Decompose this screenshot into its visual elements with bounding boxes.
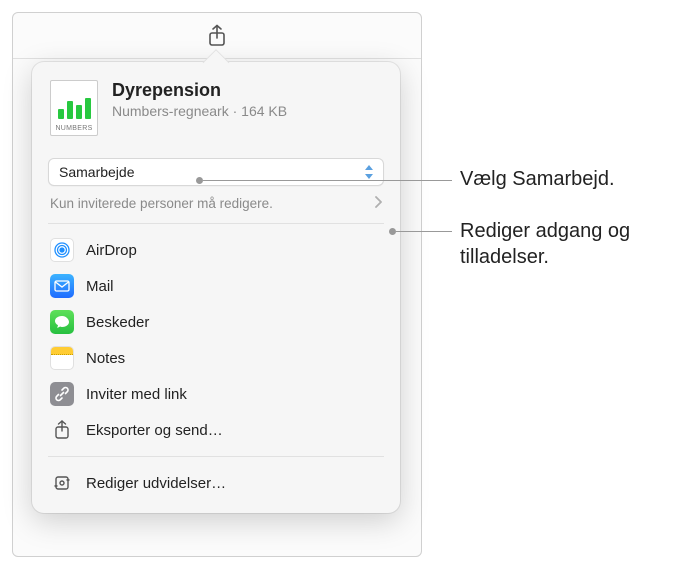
file-icon: NUMBERS [50, 80, 98, 144]
share-icon [207, 24, 227, 48]
share-target-messages[interactable]: Beskeder [32, 304, 400, 340]
extensions-icon [50, 471, 74, 495]
edit-extensions-label: Rediger udvidelser… [86, 475, 226, 492]
share-target-label: Eksporter og send… [86, 422, 223, 439]
file-icon-label: NUMBERS [55, 125, 92, 132]
file-meta: Numbers-regneark · 164 KB [112, 103, 382, 119]
share-target-airdrop[interactable]: AirDrop [32, 232, 400, 268]
share-button[interactable] [197, 20, 237, 52]
file-header: NUMBERS Dyrepension Numbers-regneark · 1… [32, 76, 400, 158]
share-popover: NUMBERS Dyrepension Numbers-regneark · 1… [32, 62, 400, 513]
edit-extensions-item[interactable]: Rediger udvidelser… [32, 465, 400, 501]
share-target-notes[interactable]: Notes [32, 340, 400, 376]
callout-line [203, 180, 452, 181]
share-target-label: Notes [86, 350, 125, 367]
mail-icon [50, 274, 74, 298]
file-size: 164 KB [241, 103, 287, 119]
link-icon [50, 382, 74, 406]
file-title: Dyrepension [112, 80, 382, 101]
notes-icon [50, 346, 74, 370]
permissions-summary: Kun inviterede personer må redigere. [50, 196, 273, 211]
share-target-label: Mail [86, 278, 114, 295]
file-type: Numbers-regneark [112, 103, 229, 119]
share-target-invite-link[interactable]: Inviter med link [32, 376, 400, 412]
share-target-label: AirDrop [86, 242, 137, 259]
callout-anchor-dot [196, 177, 203, 184]
dropdown-stepper-icon [363, 165, 375, 179]
collaborate-mode-select[interactable]: Samarbejde [48, 158, 384, 186]
callout-edit-access: Rediger adgang og tilladelser. [460, 218, 670, 270]
airdrop-icon [50, 238, 74, 262]
export-send-icon [50, 418, 74, 442]
divider [48, 456, 384, 457]
callout-choose-collaborate: Vælg Samarbejd. [460, 166, 615, 192]
share-targets-list: AirDrop Mail Beskeder Notes Inviter med … [32, 226, 400, 454]
divider [48, 223, 384, 224]
chevron-right-icon [374, 196, 382, 211]
callout-line [396, 231, 452, 232]
share-target-mail[interactable]: Mail [32, 268, 400, 304]
share-target-label: Beskeder [86, 314, 149, 331]
share-target-label: Inviter med link [86, 386, 187, 403]
callout-anchor-dot [389, 228, 396, 235]
permissions-row[interactable]: Kun inviterede personer må redigere. [48, 194, 384, 213]
messages-icon [50, 310, 74, 334]
share-target-export-send[interactable]: Eksporter og send… [32, 412, 400, 448]
collaborate-mode-label: Samarbejde [59, 164, 135, 180]
